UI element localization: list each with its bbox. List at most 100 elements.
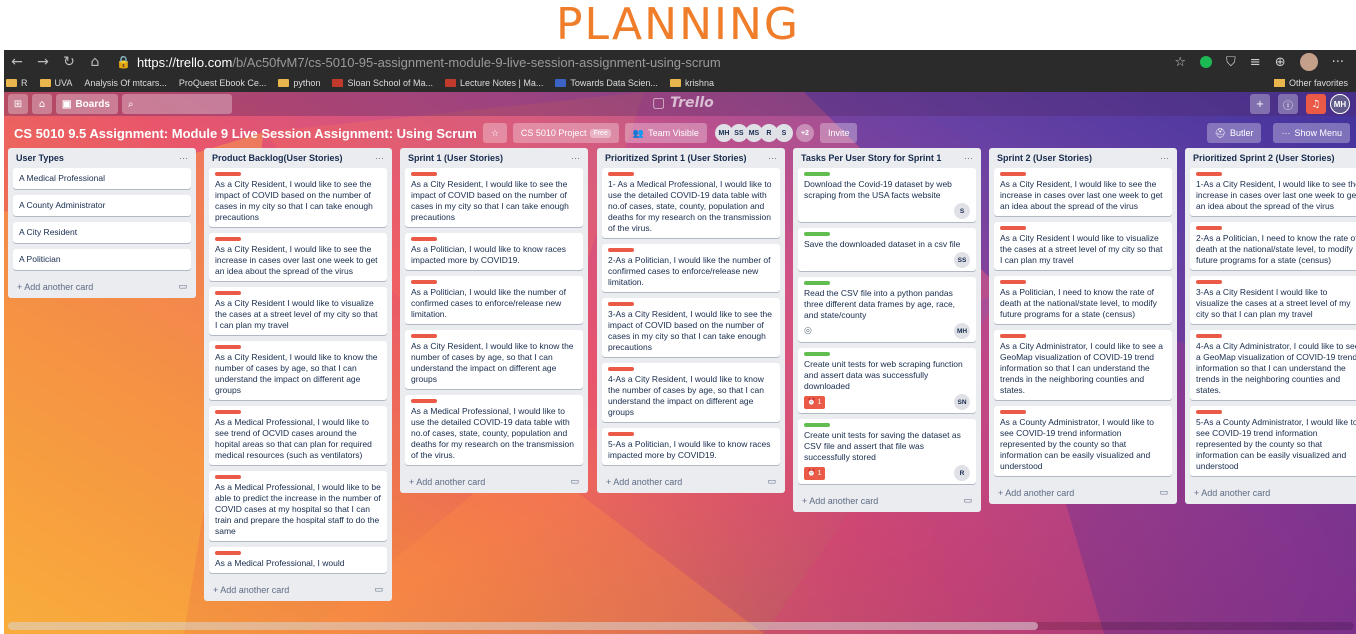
- card-label[interactable]: [804, 423, 830, 427]
- card-label[interactable]: [411, 334, 437, 338]
- card[interactable]: Download the Covid-19 dataset by web scr…: [798, 168, 976, 222]
- bookmark-item[interactable]: Analysis Of mtcars...: [84, 78, 167, 88]
- add-card-button[interactable]: + Add another card▭: [798, 490, 976, 512]
- card-template-icon[interactable]: ▭: [570, 477, 579, 487]
- card-label[interactable]: [608, 172, 634, 176]
- butler-button[interactable]: ⛑ Butler: [1206, 123, 1262, 143]
- card[interactable]: As a Medical Professional, I would like …: [209, 406, 387, 465]
- card[interactable]: 3-As a City Resident I would like to vis…: [1190, 276, 1356, 324]
- card-label[interactable]: [804, 172, 830, 176]
- create-icon[interactable]: +: [1250, 94, 1270, 114]
- shield-icon[interactable]: ⛉: [1226, 55, 1236, 70]
- profile-avatar[interactable]: [1299, 53, 1318, 71]
- due-badge[interactable]: ⏰ 1: [804, 395, 825, 409]
- due-badge[interactable]: ⏰ 1: [804, 466, 825, 480]
- card-member-avatar[interactable]: SS: [954, 252, 970, 268]
- card[interactable]: 2-As a Politician, I need to know the ra…: [1190, 222, 1356, 270]
- add-card-button[interactable]: + Add another card▭: [405, 471, 583, 493]
- card-label[interactable]: [215, 291, 241, 295]
- collections-icon[interactable]: ⊕: [1275, 55, 1286, 70]
- card[interactable]: 4-As a City Administrator, I could like …: [1190, 330, 1356, 400]
- user-avatar[interactable]: MH: [1330, 94, 1350, 114]
- apps-icon[interactable]: ⊞: [8, 94, 28, 114]
- list-header[interactable]: Prioritized Sprint 2 (User Stories)···: [1190, 148, 1356, 168]
- card[interactable]: As a Medical Professional, I would: [209, 547, 387, 573]
- card-label[interactable]: [1196, 226, 1222, 230]
- card[interactable]: 5-As a Politician, I would like to know …: [602, 428, 780, 465]
- list-title[interactable]: Product Backlog(User Stories): [212, 153, 343, 163]
- card-template-icon[interactable]: ▭: [963, 496, 972, 506]
- home-icon[interactable]: ⌂: [82, 50, 108, 74]
- card[interactable]: As a City Resident, I would like to know…: [209, 341, 387, 400]
- card[interactable]: 5-As a County Administrator, I would lik…: [1190, 406, 1356, 476]
- card-template-icon[interactable]: ▭: [374, 585, 383, 595]
- card[interactable]: A City Resident: [13, 222, 191, 243]
- card[interactable]: Save the downloaded dataset in a csv fil…: [798, 228, 976, 271]
- card-member-avatar[interactable]: MH: [954, 323, 970, 339]
- card-label[interactable]: [1196, 280, 1222, 284]
- card[interactable]: As a Medical Professional, I would like …: [405, 395, 583, 465]
- card-member-avatar[interactable]: SN: [954, 394, 970, 410]
- card-template-icon[interactable]: ▭: [178, 282, 187, 292]
- extra-members[interactable]: +2: [795, 124, 814, 142]
- card[interactable]: As a City Resident, I would like to see …: [209, 233, 387, 281]
- card-label[interactable]: [804, 352, 830, 356]
- horizontal-scrollbar[interactable]: [8, 622, 1354, 630]
- list-title[interactable]: Sprint 1 (User Stories): [408, 153, 503, 163]
- notifications-icon[interactable]: ♫: [1306, 94, 1326, 114]
- home-button[interactable]: ⌂: [32, 94, 52, 114]
- list-title[interactable]: Sprint 2 (User Stories): [997, 153, 1092, 163]
- star-board-button[interactable]: ☆: [482, 123, 507, 143]
- card-label[interactable]: [215, 551, 241, 555]
- card-label[interactable]: [1000, 226, 1026, 230]
- url-field[interactable]: https://trello.com/b/Ac50fvM7/cs-5010-95…: [137, 55, 1174, 70]
- card-label[interactable]: [1000, 334, 1026, 338]
- list-menu-icon[interactable]: ···: [571, 153, 580, 163]
- card[interactable]: 1- As a Medical Professional, I would li…: [602, 168, 780, 238]
- bookmark-item[interactable]: Lecture Notes | Ma...: [445, 78, 543, 88]
- card-label[interactable]: [608, 367, 634, 371]
- search-button[interactable]: ⌕: [121, 94, 232, 114]
- card-label[interactable]: [215, 475, 241, 479]
- card-label[interactable]: [1196, 172, 1222, 176]
- favorites-icon[interactable]: ≡: [1250, 55, 1261, 70]
- card[interactable]: As a City Resident I would like to visua…: [994, 222, 1172, 270]
- bookmark-item[interactable]: python: [278, 78, 320, 88]
- bookmark-item[interactable]: UVA: [39, 78, 72, 88]
- card-member-avatar[interactable]: S: [954, 203, 970, 219]
- card-label[interactable]: [411, 399, 437, 403]
- card-label[interactable]: [608, 248, 634, 252]
- list-header[interactable]: Sprint 2 (User Stories) ···: [994, 148, 1172, 168]
- card-label[interactable]: [1000, 280, 1026, 284]
- card-label[interactable]: [215, 410, 241, 414]
- card-label[interactable]: [411, 172, 437, 176]
- info-icon[interactable]: ⓘ: [1278, 94, 1298, 114]
- card[interactable]: As a Medical Professional, I would like …: [209, 471, 387, 541]
- forward-icon[interactable]: →: [30, 50, 56, 74]
- card-label[interactable]: [215, 172, 241, 176]
- card[interactable]: As a City Administrator, I could like to…: [994, 330, 1172, 400]
- more-icon[interactable]: ···: [1332, 55, 1344, 70]
- list-header[interactable]: Prioritized Sprint 1 (User Stories) ···: [602, 148, 780, 168]
- invite-button[interactable]: Invite: [819, 123, 858, 143]
- list-menu-icon[interactable]: ···: [768, 153, 777, 163]
- show-menu-button[interactable]: ··· Show Menu: [1273, 123, 1350, 143]
- card[interactable]: 4-As a City Resident, I would like to kn…: [602, 363, 780, 422]
- add-card-button[interactable]: + Add another card▭: [13, 276, 191, 298]
- other-favorites[interactable]: Other favorites: [1273, 78, 1348, 88]
- list-menu-icon[interactable]: ···: [375, 153, 384, 163]
- card-label[interactable]: [804, 281, 830, 285]
- card-label[interactable]: [608, 432, 634, 436]
- card[interactable]: As a City Resident I would like to visua…: [209, 287, 387, 335]
- back-icon[interactable]: ←: [4, 50, 30, 74]
- add-card-button[interactable]: + Add another card▭: [1190, 482, 1356, 504]
- team-button[interactable]: CS 5010 Project Free: [512, 123, 619, 143]
- card-template-icon[interactable]: ▭: [767, 477, 776, 487]
- card-label[interactable]: [804, 232, 830, 236]
- extension-icon[interactable]: [1200, 56, 1213, 68]
- list-title[interactable]: User Types: [16, 153, 64, 163]
- bookmark-item[interactable]: R: [6, 78, 28, 88]
- bookmark-item[interactable]: Towards Data Scien...: [555, 78, 658, 88]
- member-avatar[interactable]: S: [774, 124, 793, 142]
- bookmark-item[interactable]: Sloan School of Ma...: [332, 78, 433, 88]
